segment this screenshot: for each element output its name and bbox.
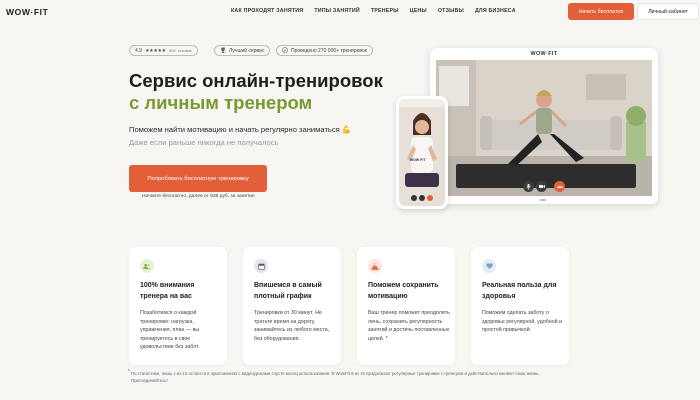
phone-mic-button[interactable] (411, 195, 417, 201)
end-call-button[interactable] (554, 181, 565, 192)
rating-stars: ★★★★★ (144, 47, 166, 54)
nav-reviews[interactable]: ОТЗЫВЫ (438, 8, 464, 14)
camera-button[interactable] (536, 181, 547, 192)
feature-card-schedule: Впишемся в самый плотный график Трениров… (243, 247, 341, 365)
feature-card-motivation: Поможем сохранить мотивацию Ваш тренер п… (357, 247, 455, 365)
card-text: Ваш тренер поможет преодолеть лень, сохр… (368, 310, 450, 342)
card-text: Тренировки от 30 минут. Не тратьте время… (254, 310, 330, 342)
nav-prices[interactable]: ЦЕНЫ (410, 8, 427, 14)
nav-business[interactable]: ДЛЯ БИЗНЕСА (475, 8, 516, 14)
best-service-text: Лучший сервис (229, 47, 265, 54)
nav-trainers[interactable]: ТРЕНЕРЫ (371, 8, 399, 14)
card-title: Поможем сохранить мотивацию (368, 282, 439, 300)
laptop-mockup: WOW·FIT (430, 48, 658, 204)
personal-account-button[interactable]: Личный кабинет (637, 3, 699, 20)
card-title: Реальная польза для здоровья (482, 282, 557, 300)
microphone-button[interactable] (523, 181, 534, 192)
hero-title-accent: с личным тренером (129, 92, 313, 113)
phone-video-screen (399, 99, 445, 206)
phone-mockup: WOW·FIT (396, 96, 448, 209)
price-note: Начните бесплатно, далее от 935 руб. за … (142, 194, 255, 199)
heart-icon (482, 259, 496, 273)
laptop-brand: WOW·FIT (530, 51, 558, 57)
rating-badge: 4.9 ★★★★★ 500+ отзывов (129, 45, 198, 56)
phone-camera-button[interactable] (419, 195, 425, 201)
footnote-asterisk: * (128, 369, 130, 375)
footnote: По статистике, лишь 1 из 10 остается в п… (131, 371, 540, 383)
client-video-illustration (399, 99, 445, 206)
rating-count: 500+ отзывов (168, 48, 192, 53)
nav-workout-types[interactable]: ТИПЫ ЗАНЯТИЙ (314, 8, 360, 14)
hero-subtitle: Поможем найти мотивацию и начать регуляр… (129, 125, 352, 134)
feature-card-health: Реальная польза для здоровья Поможем сде… (471, 247, 569, 365)
start-free-button[interactable]: Начать бесплатно (568, 3, 634, 20)
laptop-indicator (540, 199, 546, 201)
users-icon (140, 259, 154, 273)
best-service-badge: Лучший сервис (214, 45, 271, 56)
mountain-icon (368, 259, 382, 273)
phone-shirt-text: WOW·FIT (410, 158, 426, 162)
phone-end-call-button[interactable] (427, 195, 433, 201)
nav-how-it-works[interactable]: КАК ПРОХОДЯТ ЗАНЯТИЯ (231, 8, 303, 14)
logo[interactable]: WOW·FIT (6, 7, 48, 17)
main-nav: КАК ПРОХОДЯТ ЗАНЯТИЯ ТИПЫ ЗАНЯТИЙ ТРЕНЕР… (231, 8, 516, 14)
trainings-text: Проведено 270 000+ тренировок (291, 47, 367, 54)
trainer-video-illustration (436, 60, 652, 196)
card-text: Позаботимся о каждой тренировке: нагрузк… (140, 310, 200, 351)
trophy-icon (220, 47, 226, 55)
laptop-topbar: WOW·FIT (430, 48, 658, 60)
video-call-screen (436, 60, 652, 196)
calendar-icon (254, 259, 268, 273)
trainings-badge: Проведено 270 000+ тренировок (276, 45, 373, 56)
card-title: Впишемся в самый плотный график (254, 282, 322, 300)
header: WOW·FIT КАК ПРОХОДЯТ ЗАНЯТИЯ ТИПЫ ЗАНЯТИ… (0, 0, 700, 24)
hero-title: Сервис онлайн-тренировок (129, 70, 383, 91)
check-circle-icon (282, 46, 288, 55)
card-text: Поможем сделать заботу о здоровье регуля… (482, 310, 563, 334)
card-title: 100% внимания тренера на вас (140, 282, 195, 300)
hero-subtitle-muted: Даже если раньше никогда не получалось (129, 138, 279, 147)
rating-value: 4.9 (135, 47, 142, 54)
feature-card-attention: 100% внимания тренера на вас Позаботимся… (129, 247, 227, 365)
try-free-workout-button[interactable]: Попробовать бесплатную тренировку (129, 165, 267, 192)
